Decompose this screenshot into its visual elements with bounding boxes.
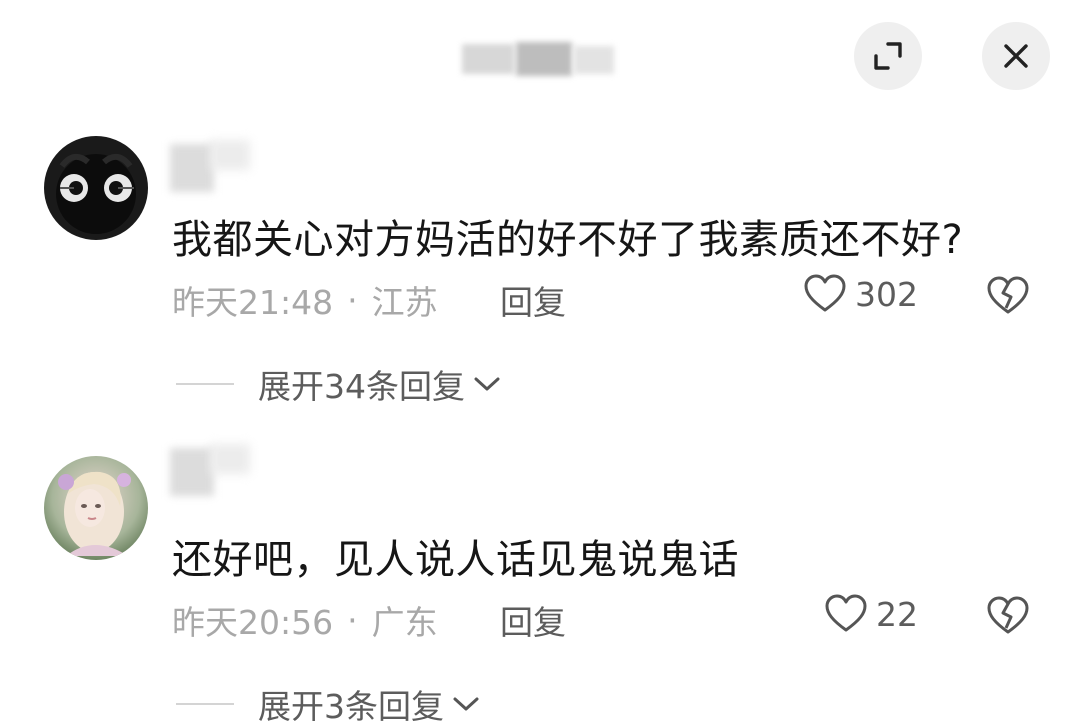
close-button[interactable] [982,22,1050,90]
blurred-username[interactable] [170,444,260,498]
comment-location: 江苏 [371,283,438,322]
comment-meta: 昨天21:48 · 江苏 [172,276,438,324]
like-button[interactable]: 302 [803,274,918,314]
reply-button[interactable]: 回复 [500,596,566,644]
divider-line [176,383,234,385]
avatar[interactable] [44,456,148,560]
expand-replies[interactable]: 展开34条回复 [176,360,501,408]
comment-text: 还好吧，见人说人话见鬼说鬼话 [172,537,739,583]
comment-time: 昨天20:56 [172,603,334,642]
dislike-button[interactable] [986,596,1030,640]
expand-replies-label: 展开34条回复 [258,367,465,406]
meta-separator: · [347,280,358,320]
chevron-down-icon [473,374,501,394]
blurred-username[interactable] [170,140,260,194]
comment-meta: 昨天20:56 · 广东 [172,596,438,644]
meta-separator: · [347,600,358,640]
broken-heart-icon [986,276,1030,316]
comment-location: 广东 [371,603,438,642]
reply-button[interactable]: 回复 [500,276,566,324]
like-count: 22 [876,594,918,634]
like-button[interactable]: 22 [824,594,918,634]
expand-button[interactable] [854,22,922,90]
divider-line [176,703,234,705]
expand-replies-label: 展开3条回复 [258,687,444,726]
expand-icon [872,40,904,72]
close-icon [1002,42,1030,70]
heart-icon [824,594,868,634]
chevron-down-icon [452,694,480,714]
comment-time: 昨天21:48 [172,283,334,322]
comment-text: 我都关心对方妈活的好不好了我素质还不好? [172,217,964,263]
expand-replies[interactable]: 展开3条回复 [176,680,480,728]
blurred-title [452,40,632,80]
heart-icon [803,274,847,314]
like-count: 302 [855,274,918,314]
dislike-button[interactable] [986,276,1030,320]
avatar[interactable] [44,136,148,240]
broken-heart-icon [986,596,1030,636]
